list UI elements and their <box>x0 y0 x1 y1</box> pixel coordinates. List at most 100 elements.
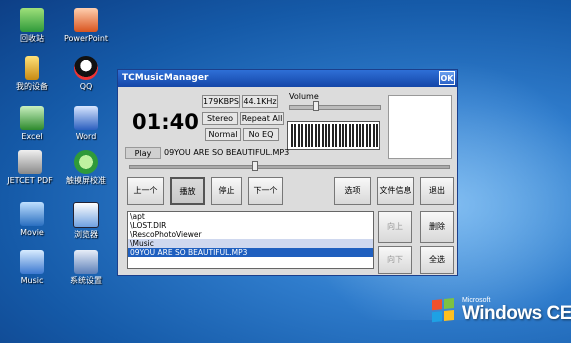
desktop-icon-excel[interactable]: Excel <box>4 106 60 142</box>
eq-bar <box>325 124 327 147</box>
desktop-icon-movie[interactable]: Movie <box>4 202 60 238</box>
move-up-button[interactable]: 向上 <box>378 211 412 243</box>
windows-ce-logo: Microsoft Windows CE <box>432 297 571 331</box>
eq-bar <box>304 124 307 147</box>
touch-calibrate-icon <box>74 150 98 174</box>
brand-text: Windows CE <box>462 303 571 324</box>
desktop-icon-music[interactable]: Music <box>4 250 60 286</box>
window-title: TCMusicManager <box>122 73 209 83</box>
music-manager-window: TCMusicManager OK 01:40 179KBPS 44.1KHz … <box>117 69 458 276</box>
volume-slider[interactable] <box>289 105 381 110</box>
list-item[interactable]: \Music <box>128 239 373 248</box>
icon-label: 回收站 <box>20 34 44 43</box>
icon-label: Excel <box>21 132 43 141</box>
ok-button[interactable]: OK <box>439 71 455 85</box>
bitrate-display: 179KBPS <box>202 95 240 108</box>
visualization-panel <box>388 95 452 159</box>
icon-label: 系统设置 <box>70 276 102 285</box>
eq-bar <box>372 124 375 147</box>
volume-label: Volume <box>289 92 319 101</box>
file-info-button[interactable]: 文件信息 <box>377 177 414 205</box>
seek-slider[interactable] <box>129 165 450 169</box>
seek-slider-thumb[interactable] <box>251 161 258 171</box>
eq-bar <box>369 124 372 147</box>
list-item-selected[interactable]: 09YOU ARE SO BEAUTIFUL.MP3 <box>128 248 373 257</box>
word-icon <box>74 106 98 130</box>
move-down-button[interactable]: 向下 <box>378 246 412 274</box>
eq-toggle[interactable]: No EQ <box>243 128 279 141</box>
eq-bar <box>314 124 317 147</box>
desktop-icon-browser[interactable]: 浏览器 <box>58 202 114 240</box>
eq-bar <box>308 124 310 147</box>
jetcet-pdf-icon <box>18 150 42 174</box>
icon-label: Movie <box>20 228 44 237</box>
prev-button[interactable]: 上一个 <box>127 177 164 205</box>
desktop-icon-recycle-bin[interactable]: 回收站 <box>4 8 60 44</box>
browser-icon <box>73 202 99 228</box>
desktop: 回收站 PowerPoint 我的设备 QQ Excel Word JETCET… <box>0 0 571 343</box>
title-bar[interactable]: TCMusicManager OK <box>118 70 457 87</box>
list-item[interactable]: \RescoPhotoViewer <box>128 230 373 239</box>
icon-label: JETCET PDF <box>7 176 53 185</box>
system-settings-icon <box>74 250 98 274</box>
mode-toggle[interactable]: Normal <box>205 128 241 141</box>
desktop-icon-powerpoint[interactable]: PowerPoint <box>58 8 114 44</box>
eq-bar <box>318 124 321 147</box>
repeat-toggle[interactable]: Repeat All <box>240 112 284 125</box>
icon-label: 浏览器 <box>74 230 98 239</box>
time-display: 01:40 <box>132 110 199 134</box>
next-button[interactable]: 下一个 <box>248 177 283 205</box>
music-icon <box>20 250 44 274</box>
icon-label: PowerPoint <box>63 34 109 43</box>
icon-label: 我的设备 <box>16 82 48 91</box>
excel-icon <box>20 106 44 130</box>
samplerate-display: 44.1KHz <box>242 95 278 108</box>
play-button[interactable]: 播放 <box>170 177 205 205</box>
eq-bar <box>294 124 297 147</box>
eq-bar <box>359 124 361 147</box>
desktop-icon-qq[interactable]: QQ <box>58 56 114 92</box>
eq-bar <box>365 124 368 147</box>
qq-icon <box>74 56 98 80</box>
windows-flag-icon <box>432 297 456 325</box>
eq-bar <box>297 124 300 147</box>
eq-bar <box>301 124 304 147</box>
eq-bar <box>328 124 331 147</box>
delete-button[interactable]: 删除 <box>420 211 454 243</box>
icon-label: Word <box>75 132 97 141</box>
icon-label: 触摸屏校准 <box>66 176 106 185</box>
equalizer-bars <box>287 121 380 150</box>
icon-label: Music <box>20 276 44 285</box>
recycle-bin-icon <box>20 8 44 32</box>
current-track: 09YOU ARE SO BEAUTIFUL.MP3 <box>164 148 290 157</box>
desktop-icon-system-settings[interactable]: 系统设置 <box>58 250 114 286</box>
eq-bar <box>335 124 338 147</box>
list-item[interactable]: \apt <box>128 212 373 221</box>
volume-slider-thumb[interactable] <box>313 101 320 111</box>
list-item[interactable]: \LOST.DIR <box>128 221 373 230</box>
options-button[interactable]: 选项 <box>334 177 371 205</box>
playlist[interactable]: \apt \LOST.DIR \RescoPhotoViewer \Music … <box>127 211 374 269</box>
eq-bar <box>345 124 348 147</box>
playback-status: Play <box>125 147 161 159</box>
select-all-button[interactable]: 全选 <box>420 246 454 274</box>
channels-display: Stereo <box>202 112 238 125</box>
icon-label: QQ <box>79 82 93 91</box>
eq-bar <box>311 124 314 147</box>
eq-bar <box>362 124 365 147</box>
desktop-icon-touch-calibrate[interactable]: 触摸屏校准 <box>58 150 114 186</box>
eq-bar <box>348 124 351 147</box>
desktop-icon-word[interactable]: Word <box>58 106 114 142</box>
desktop-icon-my-device[interactable]: 我的设备 <box>4 56 60 92</box>
eq-bar <box>342 124 344 147</box>
powerpoint-icon <box>74 8 98 32</box>
desktop-icon-jetcet-pdf[interactable]: JETCET PDF <box>2 150 58 186</box>
eq-bar <box>331 124 334 147</box>
my-device-icon <box>25 56 39 80</box>
eq-bar <box>376 124 378 147</box>
eq-bar <box>291 124 293 147</box>
movie-icon <box>20 202 44 226</box>
stop-button[interactable]: 停止 <box>211 177 242 205</box>
eq-bar <box>338 124 341 147</box>
exit-button[interactable]: 退出 <box>420 177 454 205</box>
